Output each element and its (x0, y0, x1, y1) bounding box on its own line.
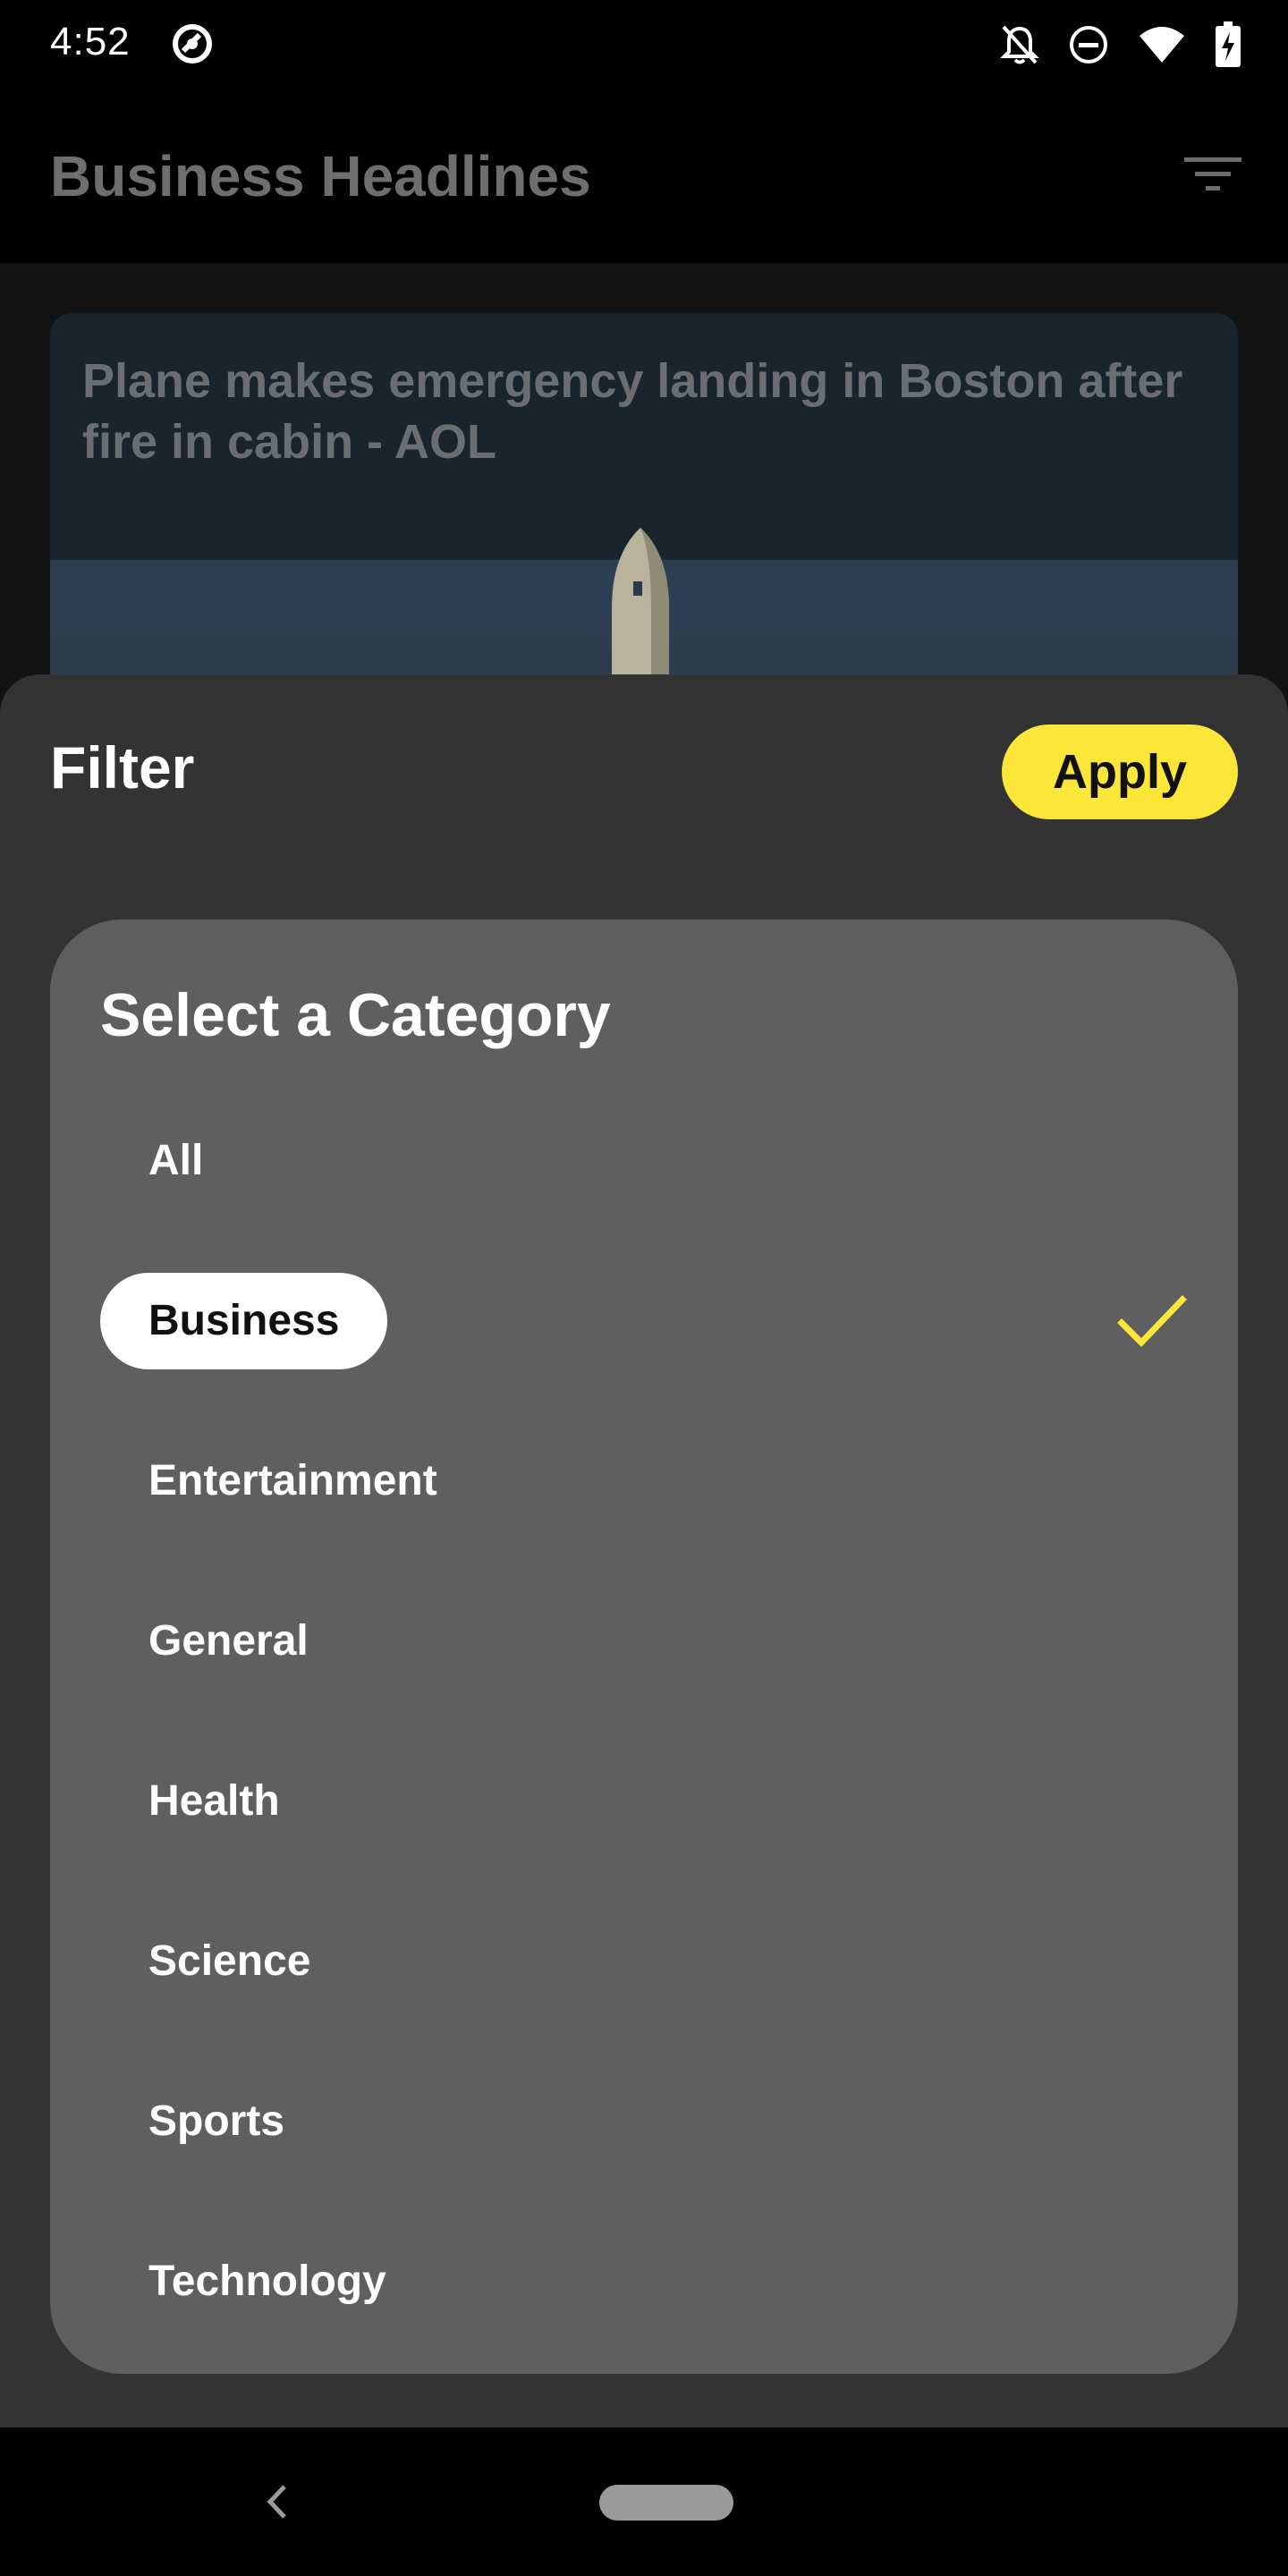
category-label: Business (100, 1272, 388, 1369)
category-item-entertainment[interactable]: Entertainment (100, 1401, 1188, 1561)
category-item-health[interactable]: Health (100, 1721, 1188, 1881)
wifi-icon (1140, 27, 1184, 63)
do-not-disturb-bell-off-icon (1000, 25, 1039, 64)
dnd-minus-circle-icon (1070, 26, 1107, 64)
navigation-bar (0, 2428, 1288, 2576)
app-bar: Business Headlines (0, 89, 1288, 263)
status-time: 4:52 (50, 20, 131, 64)
category-card: Select a Category All Business Entertain… (50, 919, 1238, 2374)
status-bar: 4:52 (0, 0, 1288, 89)
home-pill[interactable] (599, 2485, 733, 2521)
screen: 4:52 Business Headlines Plane makes emer… (0, 0, 1288, 2576)
category-label: General (148, 1616, 309, 1665)
category-item-science[interactable]: Science (100, 1881, 1188, 2041)
category-label: Health (148, 1776, 280, 1825)
filter-sheet: Filter Apply Select a Category All Busin… (0, 674, 1288, 2428)
battery-charging-icon (1216, 21, 1241, 67)
page-title: Business Headlines (50, 144, 591, 208)
category-item-all[interactable]: All (100, 1080, 1188, 1241)
category-item-business[interactable]: Business (100, 1241, 1188, 1401)
category-item-general[interactable]: General (100, 1561, 1188, 1721)
sheet-title: Filter (50, 734, 195, 801)
category-label: All (148, 1136, 204, 1184)
filter-icon[interactable] (1184, 148, 1241, 199)
category-list: All Business Entertainment General Healt… (100, 1080, 1188, 2361)
back-icon[interactable] (259, 2479, 295, 2524)
app-notification-icon (173, 24, 212, 64)
category-item-sports[interactable]: Sports (100, 2041, 1188, 2201)
category-label: Science (148, 1936, 311, 1985)
category-item-technology[interactable]: Technology (100, 2201, 1188, 2361)
category-label: Sports (148, 2097, 285, 2145)
news-title: Plane makes emergency landing in Boston … (82, 354, 1183, 469)
check-icon (1117, 1294, 1187, 1347)
apply-button[interactable]: Apply (1002, 724, 1238, 819)
category-label: Entertainment (148, 1456, 437, 1504)
category-label: Technology (148, 2257, 386, 2305)
category-heading: Select a Category (100, 981, 611, 1049)
